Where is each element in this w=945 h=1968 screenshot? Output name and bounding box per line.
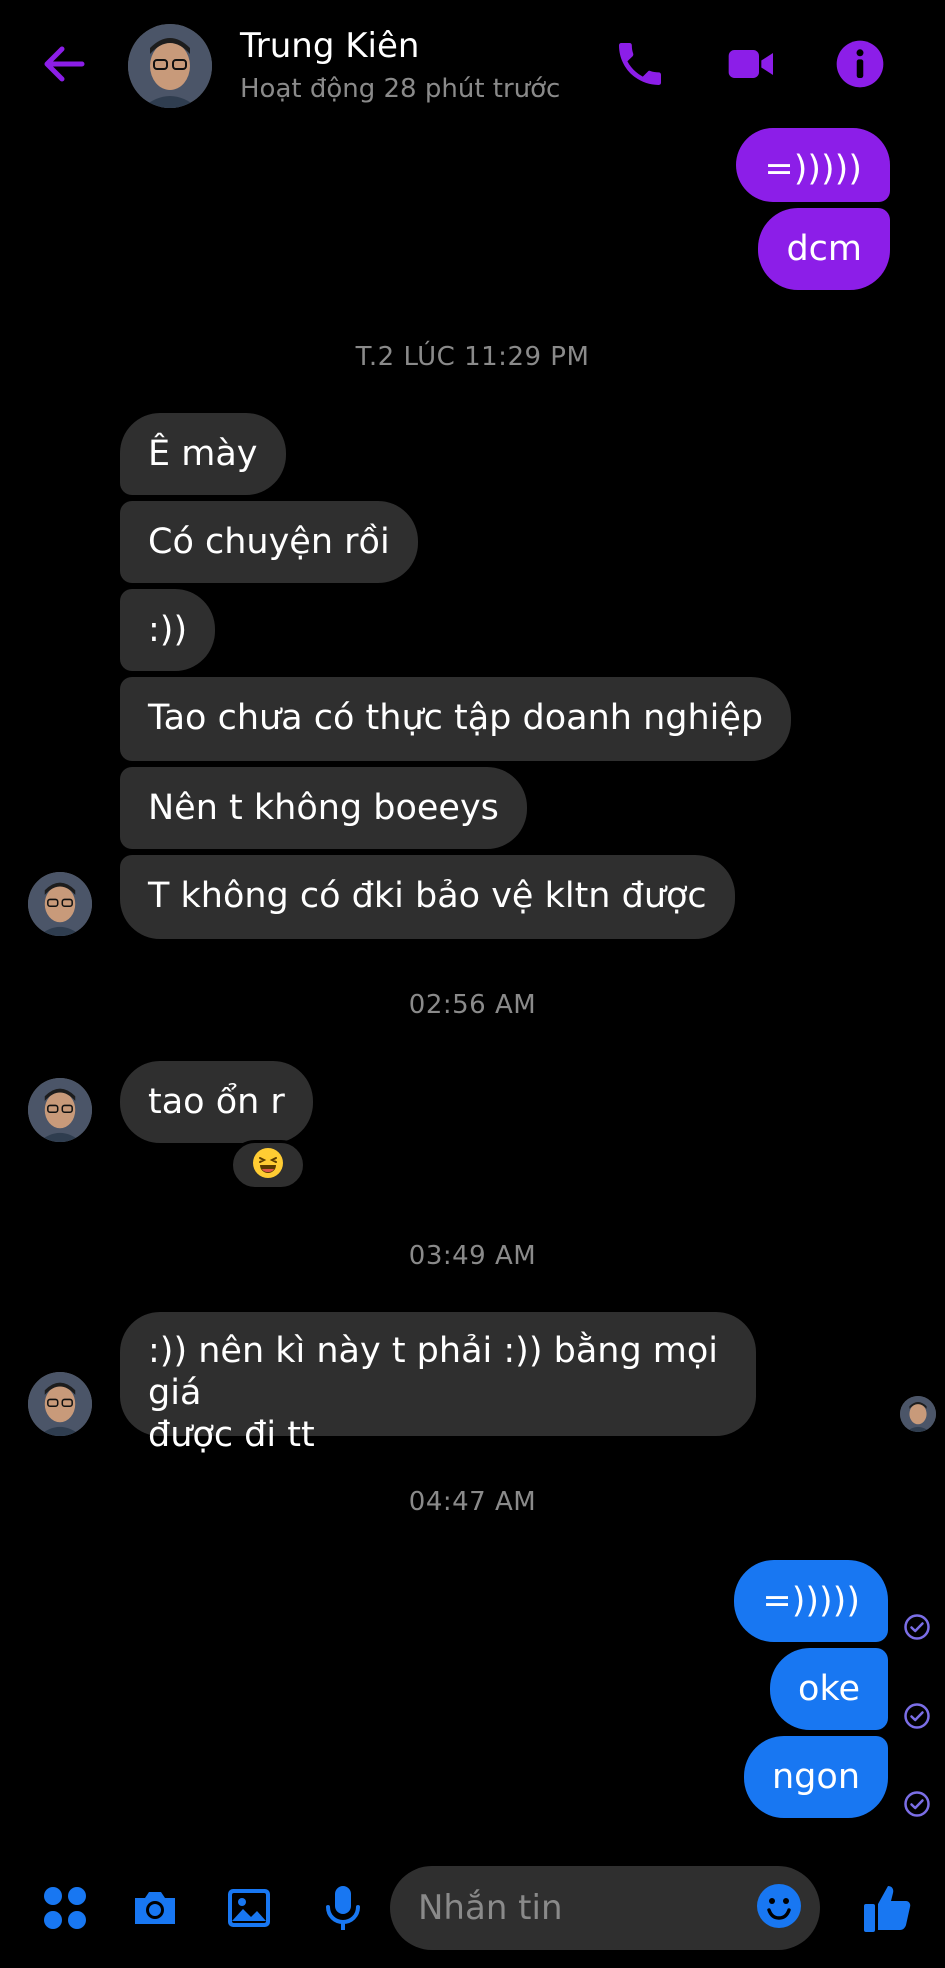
sent-check-icon xyxy=(903,1613,931,1641)
incoming-message[interactable]: tao ổn r xyxy=(120,1061,313,1143)
incoming-message[interactable]: Tao chưa có thực tập doanh nghiệp xyxy=(120,677,792,761)
sender-avatar[interactable] xyxy=(28,1372,92,1436)
contact-avatar[interactable] xyxy=(128,24,212,108)
incoming-message[interactable]: Có chuyện rồi xyxy=(120,501,418,583)
outgoing-message[interactable]: =))))) xyxy=(736,128,890,202)
outgoing-message[interactable]: ngon xyxy=(744,1736,888,1818)
emoji-icon[interactable] xyxy=(755,1882,803,1930)
chat-header: Trung Kiên Hoạt động 28 phút trước xyxy=(0,0,945,130)
image-icon[interactable] xyxy=(224,1883,274,1933)
incoming-message[interactable]: Nên t không boeeys xyxy=(120,767,527,849)
active-status: Hoạt động 28 phút trước xyxy=(240,74,561,104)
sent-check-icon xyxy=(903,1790,931,1818)
message-line: :)) nên kì này t phải :)) bằng mọi giá xyxy=(148,1331,719,1413)
timestamp-divider: 04:47 AM xyxy=(408,1487,537,1517)
camera-icon[interactable] xyxy=(130,1883,180,1933)
timestamp-divider: 03:49 AM xyxy=(408,1241,537,1271)
back-arrow-icon[interactable] xyxy=(38,38,90,90)
info-icon[interactable] xyxy=(832,36,888,92)
incoming-message[interactable]: T không có đki bảo vệ kltn được xyxy=(120,855,735,939)
microphone-icon[interactable] xyxy=(318,1883,368,1933)
thumbs-up-icon[interactable] xyxy=(860,1880,916,1936)
outgoing-message[interactable]: oke xyxy=(770,1648,888,1730)
seen-receipt-avatar xyxy=(900,1396,936,1432)
incoming-message[interactable]: :)) nên kì này t phải :)) bằng mọi giá đ… xyxy=(120,1312,756,1455)
message-reaction[interactable] xyxy=(230,1140,306,1190)
apps-grid-icon[interactable] xyxy=(40,1883,90,1933)
outgoing-message[interactable]: =))))) xyxy=(734,1560,888,1642)
incoming-message[interactable]: Ê mày xyxy=(120,413,286,495)
contact-name[interactable]: Trung Kiên xyxy=(240,26,419,66)
message-line: được đi tt xyxy=(148,1415,315,1455)
laughing-face-emoji-icon xyxy=(252,1147,284,1183)
phone-icon[interactable] xyxy=(612,36,668,92)
incoming-message[interactable]: :)) xyxy=(120,589,216,671)
sender-avatar[interactable] xyxy=(28,1078,92,1142)
sent-check-icon xyxy=(903,1702,931,1730)
composer-bar: Nhắn tin xyxy=(0,1850,945,1968)
sender-avatar[interactable] xyxy=(28,872,92,936)
video-camera-icon[interactable] xyxy=(724,36,780,92)
timestamp-divider: 02:56 AM xyxy=(408,990,537,1020)
timestamp-divider: T.2 LÚC 11:29 PM xyxy=(355,342,590,372)
outgoing-message[interactable]: dcm xyxy=(758,208,890,290)
